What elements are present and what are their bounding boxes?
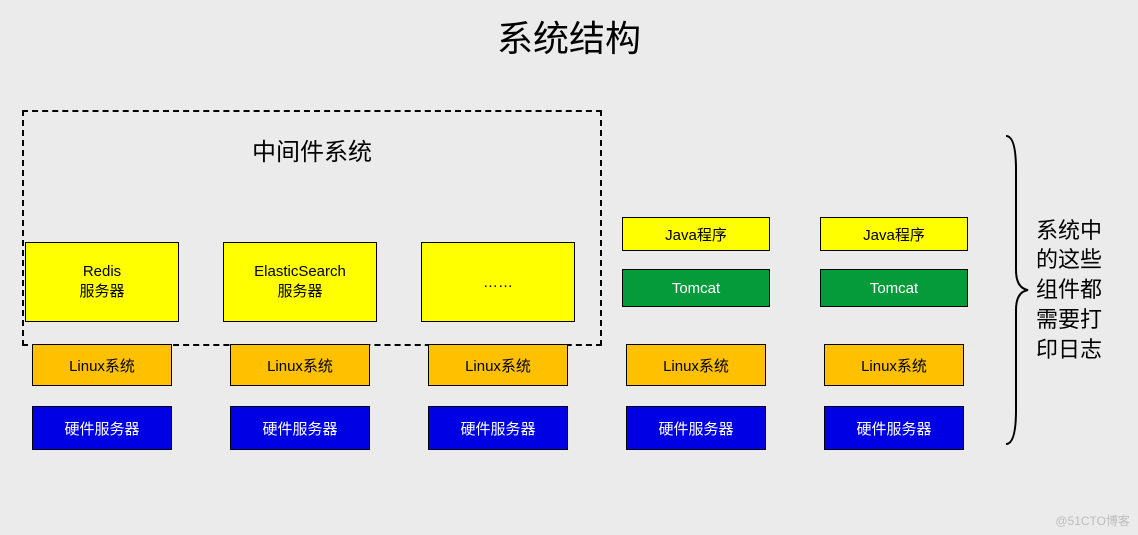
box-ellipsis: …… [421,242,575,322]
box-linux-5: Linux系统 [824,344,964,386]
diagram-area: 中间件系统 Redis 服务器 Linux系统 硬件服务器 ElasticSea… [22,110,1012,450]
box-hardware-1: 硬件服务器 [32,406,172,450]
col-5: Java程序 Tomcat Linux系统 硬件服务器 [814,110,974,450]
annotation-text: 系统中的这些组件都需要打印日志 [1036,216,1106,364]
box-java-2: Java程序 [820,217,968,251]
watermark: @51CTO博客 [1055,512,1130,529]
box-linux-3: Linux系统 [428,344,568,386]
box-hardware-4: 硬件服务器 [626,406,766,450]
box-hardware-2: 硬件服务器 [230,406,370,450]
box-linux-4: Linux系统 [626,344,766,386]
diagram-title: 系统结构 [0,0,1138,62]
box-hardware-3: 硬件服务器 [428,406,568,450]
columns: Redis 服务器 Linux系统 硬件服务器 ElasticSearch 服务… [22,110,1012,450]
box-redis: Redis 服务器 [25,242,179,322]
box-linux-1: Linux系统 [32,344,172,386]
box-tomcat-2: Tomcat [820,269,968,307]
box-hardware-5: 硬件服务器 [824,406,964,450]
box-tomcat-1: Tomcat [622,269,770,307]
box-linux-2: Linux系统 [230,344,370,386]
col-3: …… Linux系统 硬件服务器 [418,110,578,450]
col-2: ElasticSearch 服务器 Linux系统 硬件服务器 [220,110,380,450]
col-4: Java程序 Tomcat Linux系统 硬件服务器 [616,110,776,450]
col-1: Redis 服务器 Linux系统 硬件服务器 [22,110,182,450]
curly-brace-icon [1000,130,1030,450]
box-java-1: Java程序 [622,217,770,251]
annotation-group: 系统中的这些组件都需要打印日志 [1000,130,1106,450]
box-elasticsearch: ElasticSearch 服务器 [223,242,377,322]
